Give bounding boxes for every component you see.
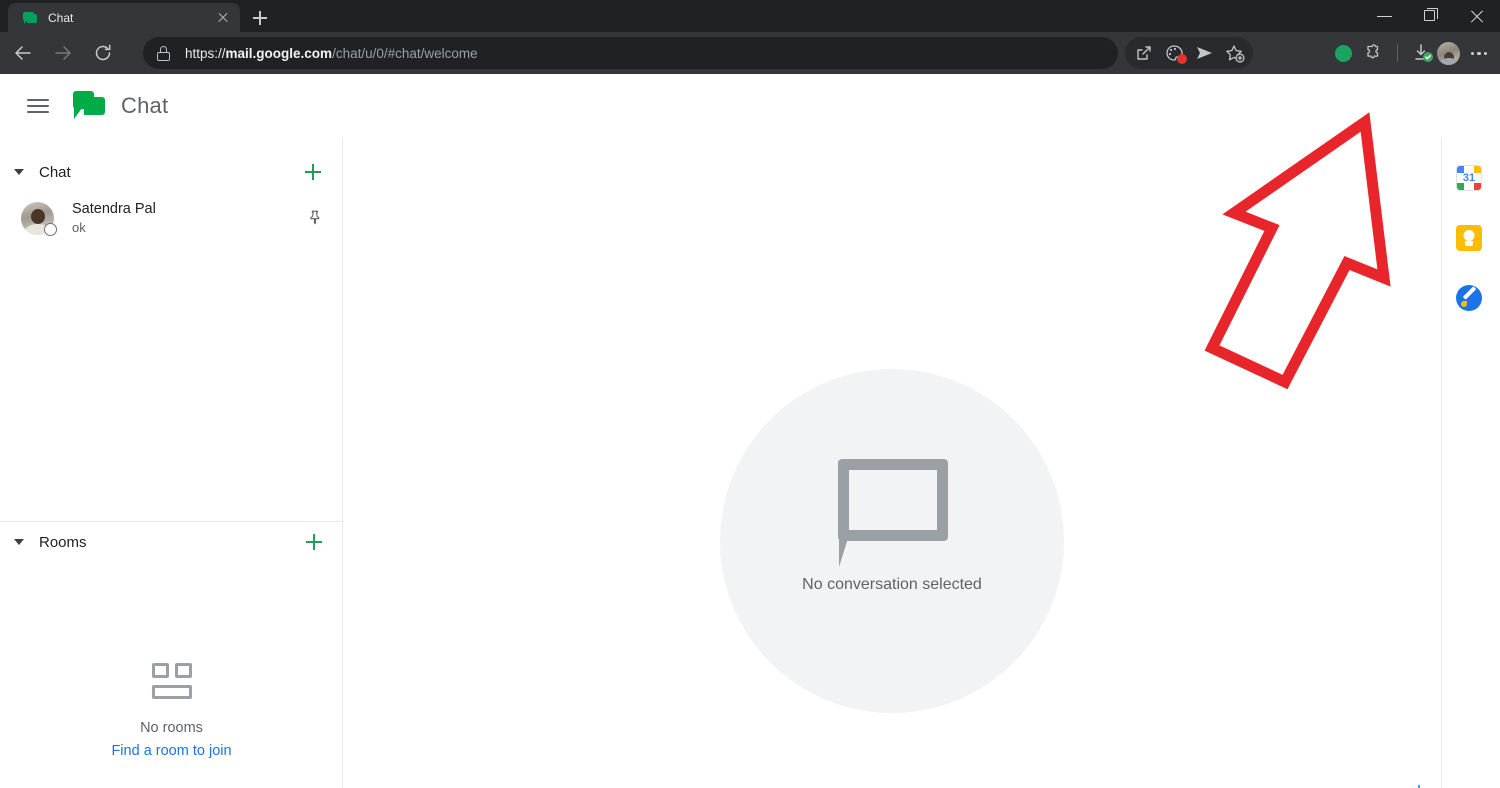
sidebar-section-rooms[interactable]: Rooms: [0, 522, 343, 562]
conversation-name: Satendra Pal: [72, 200, 156, 217]
google-chat-logo: [73, 91, 107, 121]
conversation-preview: ok: [72, 219, 86, 235]
url-host: mail.google.com: [225, 45, 333, 61]
minimize-button[interactable]: [1362, 0, 1408, 32]
section-title-rooms: Rooms: [39, 533, 87, 551]
rooms-empty-state: No rooms Find a room to join: [0, 663, 343, 762]
brand: Chat: [73, 91, 168, 121]
app-header: Chat: [0, 74, 1500, 138]
sidebar: Chat Satendra Pal ok Rooms No rooms Find…: [0, 138, 343, 788]
download-complete-icon[interactable]: [1407, 38, 1437, 68]
find-room-link[interactable]: Find a room to join: [111, 740, 231, 762]
new-tab-button[interactable]: [247, 5, 273, 31]
chevron-down-icon[interactable]: [14, 169, 24, 175]
calendar-day-label: 31: [1462, 172, 1476, 184]
avatar: [21, 201, 57, 236]
conversation-text: Satendra Pal ok: [72, 200, 306, 237]
send-icon[interactable]: [1189, 38, 1219, 68]
list-item[interactable]: Satendra Pal ok: [0, 192, 342, 244]
browser-tab[interactable]: Chat: [8, 3, 240, 32]
back-arrow-icon[interactable]: [6, 36, 40, 70]
app-name: Chat: [121, 93, 169, 118]
google-keep-icon[interactable]: [1456, 225, 1482, 251]
share-icon[interactable]: [1129, 38, 1159, 68]
section-title-chat: Chat: [39, 163, 71, 181]
google-calendar-icon[interactable]: 31: [1456, 165, 1482, 191]
more-menu-icon[interactable]: [1466, 40, 1492, 66]
browser-window: Chat https://mail.google.com/chat/u/0/#c…: [0, 0, 1500, 788]
add-room-button[interactable]: [303, 531, 325, 553]
toolbar-divider: [1397, 44, 1398, 62]
close-icon[interactable]: [214, 9, 232, 27]
side-panel: 31: [1441, 138, 1500, 788]
rooms-empty-text: No rooms: [140, 720, 203, 736]
address-bar[interactable]: https://mail.google.com/chat/u/0/#chat/w…: [143, 37, 1118, 69]
green-status-icon[interactable]: [1328, 38, 1358, 68]
pin-icon[interactable]: [306, 209, 324, 227]
profile-avatar[interactable]: [1437, 41, 1460, 65]
presence-indicator-icon: [44, 222, 57, 236]
palette-icon[interactable]: [1159, 38, 1189, 68]
bookmark-add-icon[interactable]: [1219, 38, 1249, 68]
main-content: No conversation selected: [343, 138, 1441, 788]
reload-icon[interactable]: [86, 36, 120, 70]
rooms-icon: [149, 663, 195, 701]
toolbar-right-group: [1328, 37, 1492, 69]
chat-bubble-icon: [838, 459, 948, 567]
empty-state-text: No conversation selected: [802, 576, 982, 593]
add-chat-button[interactable]: [302, 161, 324, 183]
url-scheme: https://: [185, 45, 226, 61]
close-window-button[interactable]: [1454, 0, 1500, 32]
extension-group: [1125, 37, 1253, 69]
google-chat-icon: [22, 10, 38, 26]
hamburger-icon[interactable]: [26, 94, 50, 118]
chevron-down-icon[interactable]: [14, 539, 24, 545]
sidebar-section-chat[interactable]: Chat: [0, 152, 342, 192]
restore-button[interactable]: [1408, 0, 1454, 32]
window-controls: [1362, 0, 1500, 32]
page-content: Chat Search in chat and rooms Active: [0, 74, 1500, 788]
tab-title: Chat: [48, 10, 74, 25]
puzzle-icon[interactable]: [1358, 38, 1388, 68]
forward-arrow-icon[interactable]: [46, 36, 80, 70]
tab-strip: Chat: [0, 0, 1500, 32]
lock-icon: [157, 45, 170, 61]
url-text: https://mail.google.com/chat/u/0/#chat/w…: [185, 46, 478, 61]
url-path: /chat/u/0/#chat/welcome: [332, 45, 478, 61]
google-tasks-icon[interactable]: [1456, 285, 1482, 311]
